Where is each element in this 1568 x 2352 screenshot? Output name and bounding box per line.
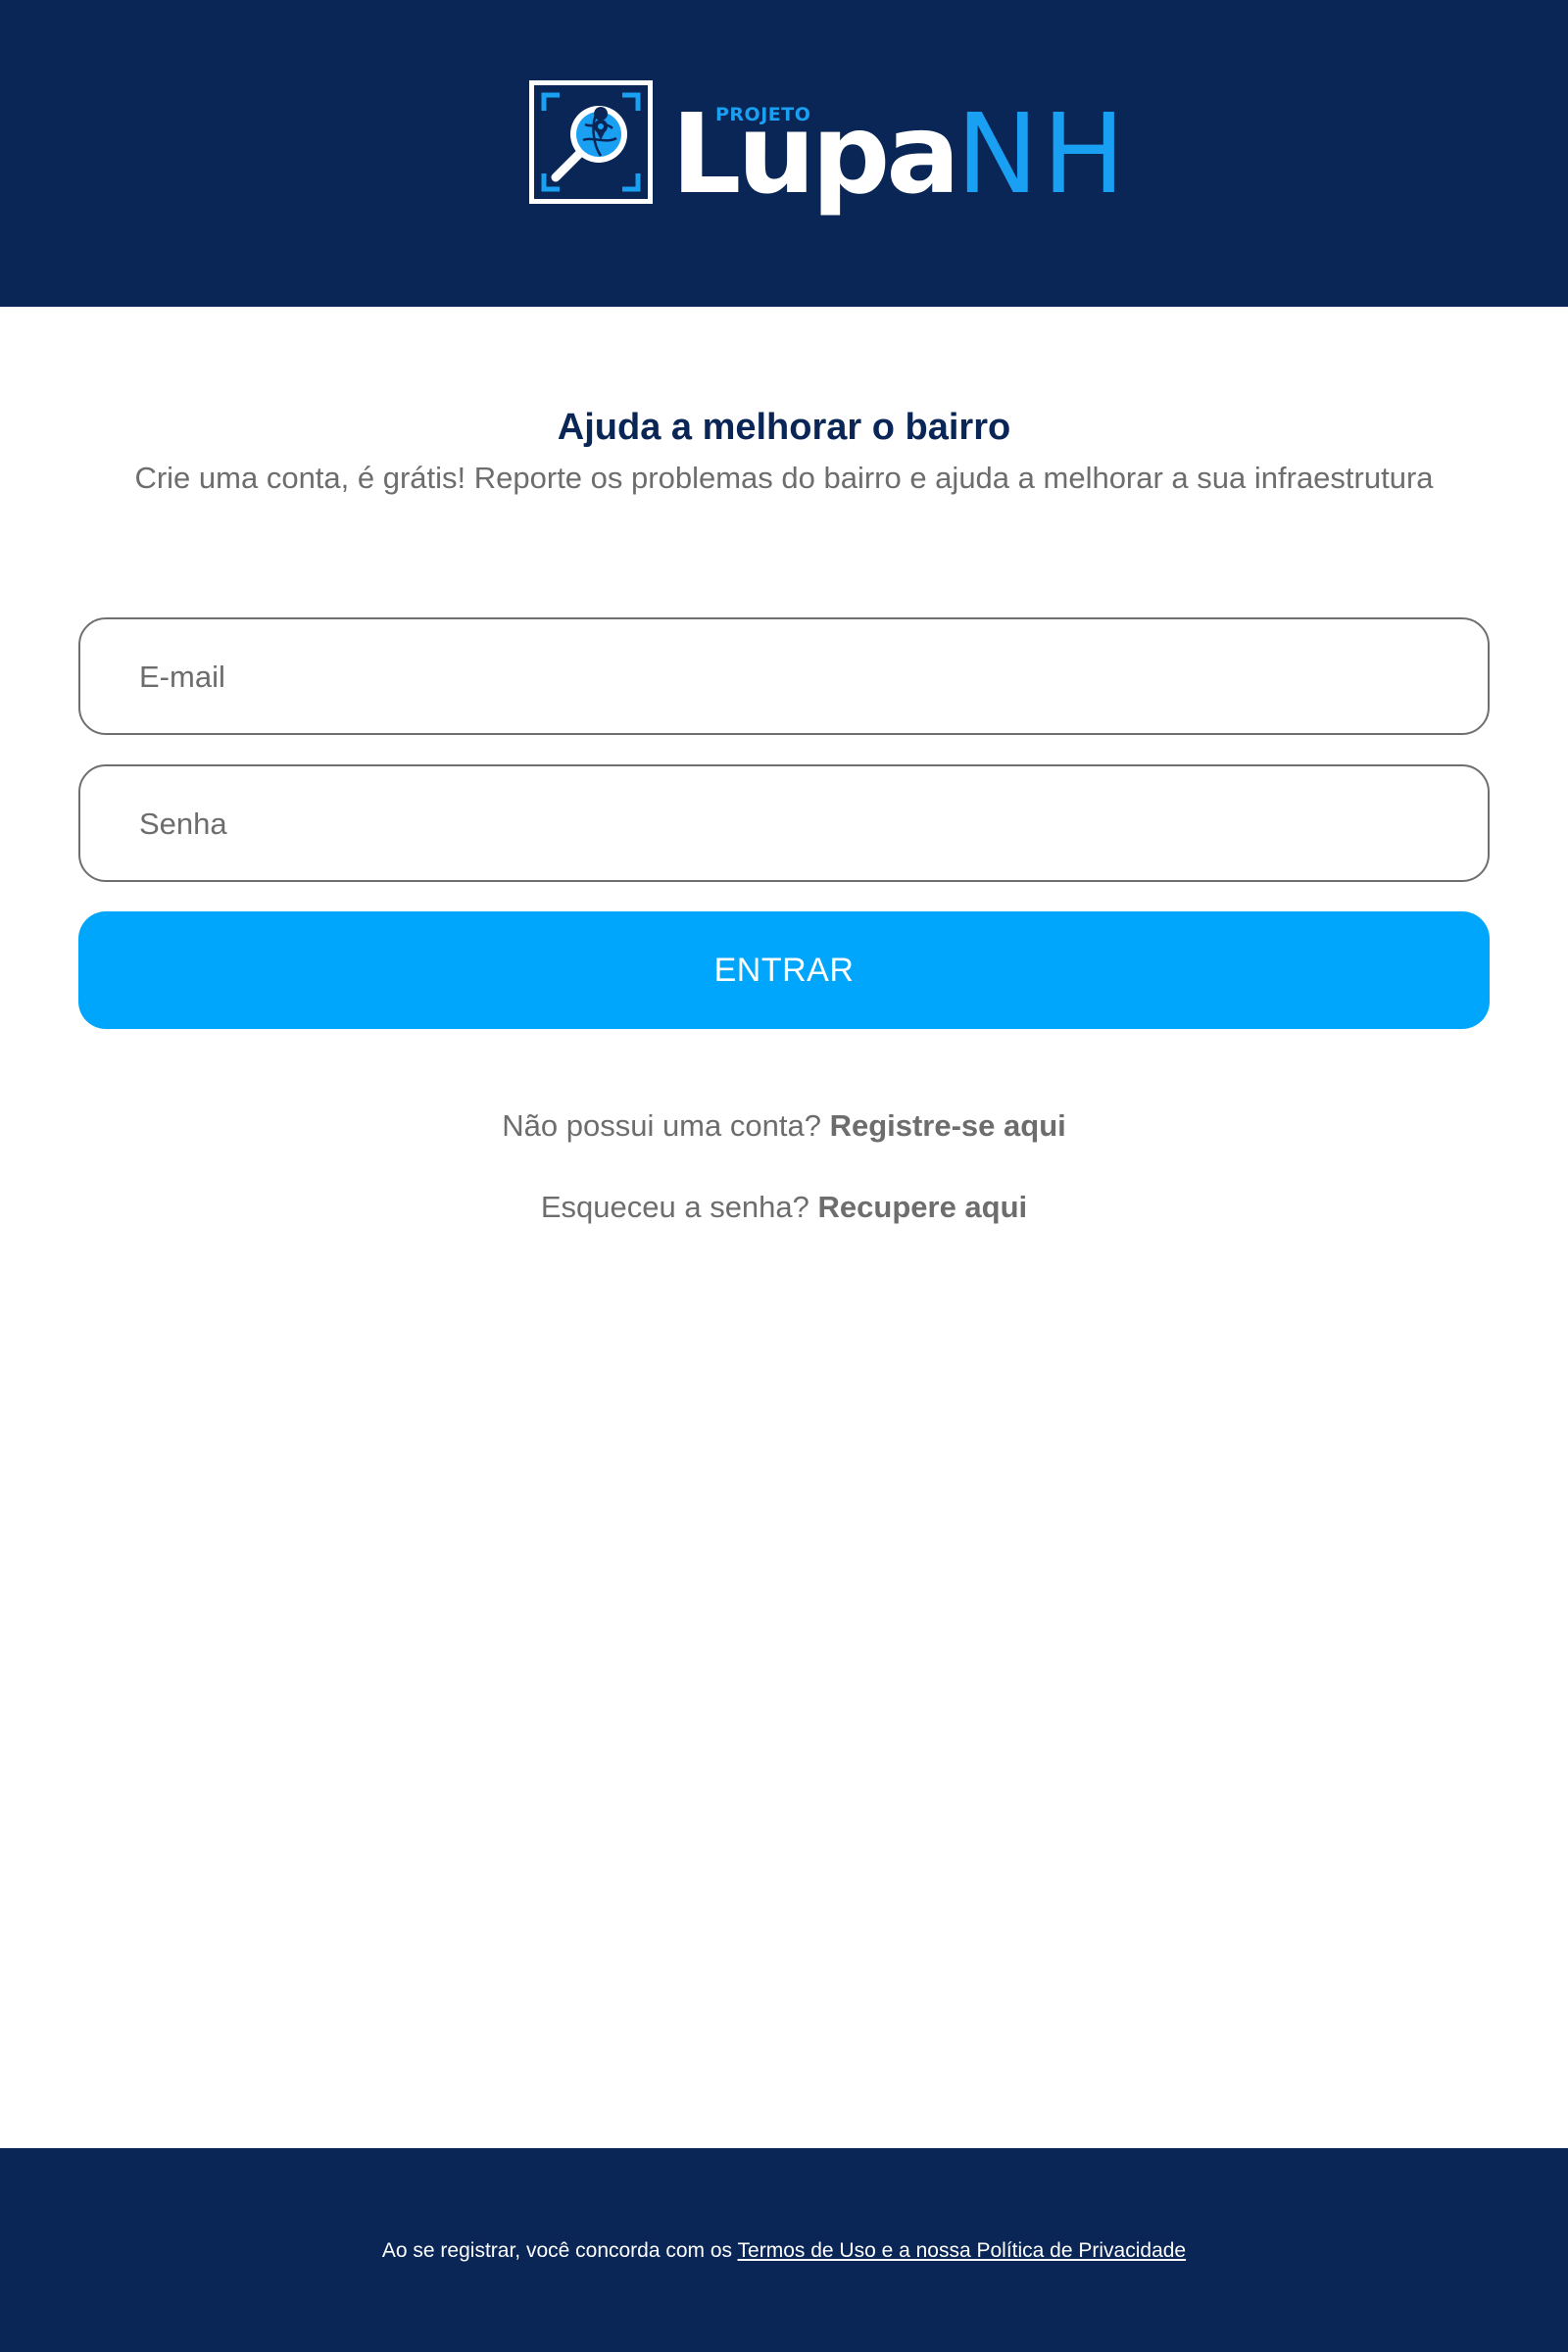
logo-word-lupa: Lupa xyxy=(671,91,960,219)
header-bar: PROJETO LupaNH xyxy=(0,0,1568,307)
password-field-container xyxy=(78,764,1490,882)
recover-prompt: Esqueceu a senha? Recupere aqui xyxy=(0,1190,1568,1225)
footer-bar: Ao se registrar, você concorda com os Te… xyxy=(0,2148,1568,2352)
register-prompt: Não possui uma conta? Registre-se aqui xyxy=(0,1108,1568,1144)
page-subtitle: Crie uma conta, é grátis! Reporte os pro… xyxy=(134,461,1434,495)
login-page: PROJETO LupaNH Ajuda a melhorar o bairro… xyxy=(0,0,1568,2352)
recover-password-link[interactable]: Recupere aqui xyxy=(818,1190,1028,1224)
magnifier-globe-icon xyxy=(529,80,653,204)
register-prompt-text: Não possui uma conta? xyxy=(502,1108,821,1143)
register-link[interactable]: Registre-se aqui xyxy=(830,1108,1066,1143)
email-field[interactable] xyxy=(137,619,1454,735)
login-button[interactable]: ENTRAR xyxy=(78,911,1490,1029)
logo-word-nh: NH xyxy=(956,91,1129,219)
footer-terms: Ao se registrar, você concorda com os Te… xyxy=(0,2239,1568,2263)
email-field-container xyxy=(78,617,1490,735)
logo-wordmark: LupaNH xyxy=(671,100,1129,210)
logo: PROJETO LupaNH xyxy=(529,78,1125,220)
terms-privacy-link[interactable]: Termos de Uso e a nossa Política de Priv… xyxy=(738,2239,1187,2262)
recover-prompt-text: Esqueceu a senha? xyxy=(540,1190,809,1224)
page-title: Ajuda a melhorar o bairro xyxy=(557,407,1011,448)
password-field[interactable] xyxy=(137,766,1454,882)
footer-terms-text: Ao se registrar, você concorda com os xyxy=(381,2239,733,2262)
